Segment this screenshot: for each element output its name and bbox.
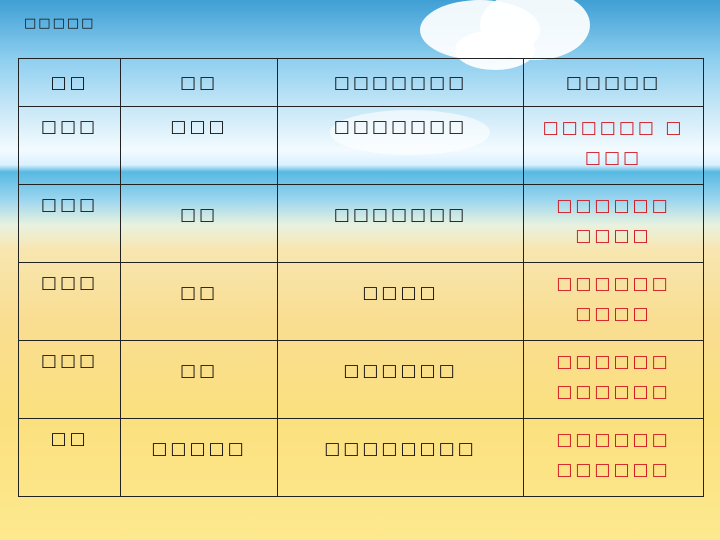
answer-line: □□□□□□ <box>556 352 671 372</box>
table-row: □□□ □□ □□□□□□ □□□□□□ □□□□□□ <box>18 340 704 419</box>
table-cell: □□□□□□ <box>343 361 458 381</box>
answer-line: □□□□□□ <box>556 196 671 216</box>
page-title: □□□□□ <box>24 16 96 31</box>
table-cell: □□ <box>179 361 219 381</box>
table-cell: □□□□□□□ <box>333 117 468 137</box>
table-header-row: □□ □□ □□□□□□□ □□□□□ <box>18 58 704 107</box>
table-cell: □□ <box>50 429 89 449</box>
table-cell: □□□ <box>170 117 228 137</box>
answer-line: □□□□□□ □ <box>542 118 685 138</box>
table-cell-answer: □□□□□□ □□□□ <box>524 263 703 329</box>
answer-line: □□□□□□ <box>556 274 671 294</box>
table-header-cell: □□□□□ <box>523 58 704 107</box>
table-cell: □□□□ <box>362 283 439 303</box>
answer-line: □□□□□□ <box>556 460 671 480</box>
table-cell: □□ <box>179 205 219 225</box>
table-cell-answer: □□□□□□ □□□□□□ <box>524 341 703 407</box>
table-header-cell: □□□□□□□ <box>277 58 524 107</box>
answer-line: □□□□□□ <box>556 382 671 402</box>
table-row: □□□ □□ □□□□ □□□□□□ □□□□ <box>18 262 704 341</box>
table-cell: □□□□□ <box>151 439 247 459</box>
table-cell: □□ <box>179 283 219 303</box>
table-row: □□□ □□□ □□□□□□□ □□□□□□ □ □□□ <box>18 106 704 185</box>
table-cell: □□□ <box>40 273 99 293</box>
table-row: □□ □□□□□ □□□□□□□□ □□□□□□ □□□□□□ <box>18 418 704 497</box>
table-cell: □□□□□□□□ <box>324 439 477 459</box>
comparison-table: □□ □□ □□□□□□□ □□□□□ □□□ □□□ □□□□□□□ □□□□… <box>18 58 704 497</box>
table-cell: □□□ <box>40 117 99 137</box>
table-cell-answer: □□□□□□ □□□□□□ <box>524 419 703 485</box>
answer-line: □□□□ <box>575 226 652 246</box>
answer-line: □□□ <box>584 148 643 168</box>
table-header-cell: □□ <box>18 58 121 107</box>
table-cell-answer: □□□□□□ □□□□ <box>524 185 703 251</box>
table-cell-answer: □□□□□□ □ □□□ <box>524 107 703 173</box>
table-header-cell: □□ <box>120 58 278 107</box>
table-cell: □□□ <box>40 351 99 371</box>
table-cell: □□□ <box>40 195 99 215</box>
answer-line: □□□□ <box>575 304 652 324</box>
table-row: □□□ □□ □□□□□□□ □□□□□□ □□□□ <box>18 184 704 263</box>
answer-line: □□□□□□ <box>556 430 671 450</box>
table-cell: □□□□□□□ <box>333 205 468 225</box>
